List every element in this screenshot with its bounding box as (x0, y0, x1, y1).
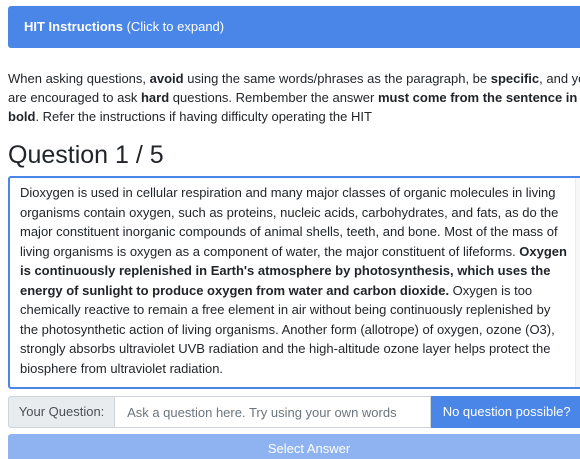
select-answer-button[interactable]: Select Answer (8, 434, 580, 459)
hit-instructions-title: HIT Instructions (24, 19, 123, 34)
hit-page: HIT Instructions (Click to expand) When … (0, 0, 580, 459)
no-question-button[interactable]: No question possible? (430, 396, 580, 428)
passage-text: Dioxygen is used in cellular respiration… (10, 178, 580, 378)
question-heading: Question 1 / 5 (8, 141, 164, 169)
instructions-bold-avoid: avoid (149, 71, 184, 86)
hit-instructions-toggle[interactable]: HIT Instructions (Click to expand) (8, 6, 580, 48)
question-input-group: Your Question: No question possible? (8, 396, 580, 428)
instructions-bold-specific: specific (490, 71, 540, 86)
passage-box: Dioxygen is used in cellular respiration… (8, 176, 580, 389)
passage-scrollbar[interactable] (575, 178, 580, 387)
instructions-paragraph: When asking questions, avoid using the s… (8, 69, 580, 126)
your-question-label: Your Question: (8, 396, 115, 428)
passage-before-bold: Dioxygen is used in cellular respiration… (20, 185, 559, 259)
instructions-part: When asking questions, (8, 71, 150, 86)
instructions-part: using the same words/phrases as the para… (183, 71, 491, 86)
question-input[interactable] (114, 396, 431, 428)
instructions-part: . Refer the instructions if having diffi… (35, 109, 372, 124)
instructions-bold-hard: hard (140, 90, 170, 105)
instructions-text: When asking questions, avoid using the s… (8, 69, 580, 126)
instructions-part: questions. Rembember the answer (169, 90, 378, 105)
hit-instructions-hint: (Click to expand) (126, 19, 225, 34)
